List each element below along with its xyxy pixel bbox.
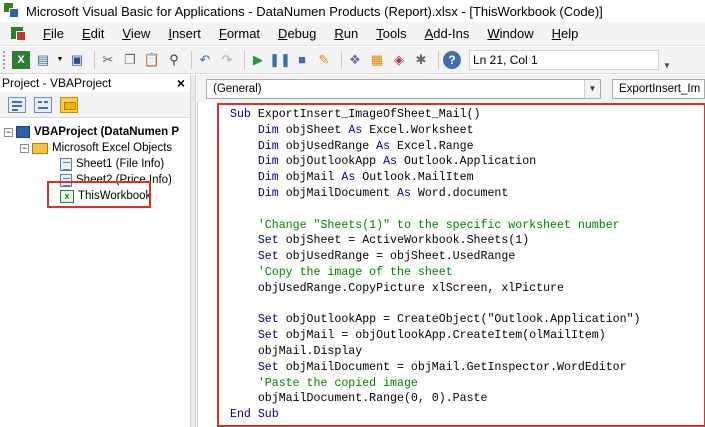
tree-node-excel-objects[interactable]: − Microsoft Excel Objects — [20, 140, 172, 156]
toolbar-separator — [94, 51, 95, 69]
insert-module-icon[interactable]: ▤ — [34, 51, 52, 69]
view-object-icon[interactable] — [34, 96, 52, 113]
object-dropdown-value: (General) — [213, 83, 262, 95]
menu-view[interactable]: View — [113, 26, 159, 41]
toolbar-options-icon[interactable]: ▼ — [661, 50, 673, 70]
project-explorer-icon[interactable]: ❖ — [346, 51, 364, 69]
object-dropdown[interactable]: (General) ▼ — [206, 79, 601, 99]
copy-icon[interactable]: ❐ — [121, 51, 139, 69]
chevron-down-icon[interactable]: ▼ — [584, 80, 600, 98]
vba-system-menu-icon[interactable] — [10, 25, 28, 43]
menu-format[interactable]: Format — [210, 26, 269, 41]
save-icon[interactable]: ▣ — [68, 51, 86, 69]
toolbar-separator — [191, 51, 192, 69]
menu-debug[interactable]: Debug — [269, 26, 325, 41]
view-excel-icon[interactable]: X — [12, 51, 30, 69]
reset-icon[interactable]: ■ — [293, 51, 311, 69]
menu-file[interactable]: File — [34, 26, 73, 41]
menu-run[interactable]: Run — [325, 26, 367, 41]
standard-toolbar: X ▤ ▼ ▣ ✂ ❐ 📋 ⚲ ↶ ↷ ▶ ❚❚ ■ ✎ ❖ ▦ ◈ ✱ ? L… — [0, 47, 705, 74]
view-code-icon[interactable] — [8, 96, 26, 113]
pane-splitter[interactable] — [190, 75, 196, 427]
toolbox-icon[interactable]: ✱ — [412, 51, 430, 69]
menu-help[interactable]: Help — [543, 26, 588, 41]
code-highlight-box — [217, 103, 705, 427]
tree-node-vbaproject[interactable]: − VBAProject (DataNumen P — [4, 124, 179, 140]
procedure-dropdown-value: ExportInsert_Im — [619, 83, 701, 95]
run-icon[interactable]: ▶ — [249, 51, 267, 69]
menu-window[interactable]: Window — [478, 26, 542, 41]
cursor-position-indicator: Ln 21, Col 1 — [469, 50, 659, 70]
menu-insert[interactable]: Insert — [159, 26, 210, 41]
redo-icon[interactable]: ↷ — [218, 51, 236, 69]
folder-icon — [32, 142, 48, 154]
insert-dropdown-icon[interactable]: ▼ — [56, 51, 64, 69]
title-bar: Microsoft Visual Basic for Applications … — [0, 0, 705, 22]
help-icon[interactable]: ? — [443, 51, 461, 69]
toggle-folders-icon[interactable] — [60, 96, 78, 113]
project-tree: − VBAProject (DataNumen P − Microsoft Ex… — [0, 119, 190, 427]
menu-tools[interactable]: Tools — [367, 26, 415, 41]
paste-icon[interactable]: 📋 — [143, 51, 161, 69]
thisworkbook-highlight-box — [47, 181, 151, 208]
procedure-dropdown[interactable]: ExportInsert_Im — [612, 79, 705, 99]
toolbar-separator — [438, 51, 439, 69]
tree-node-label: Sheet1 (File Info) — [76, 158, 165, 170]
tree-node-sheet1[interactable]: Sheet1 (File Info) — [60, 156, 164, 172]
worksheet-icon — [60, 157, 72, 171]
tree-node-label: VBAProject (DataNumen P — [34, 126, 180, 138]
menu-bar: File Edit View Insert Format Debug Run Tools Add… — [0, 22, 705, 46]
collapse-icon[interactable]: − — [20, 143, 29, 153]
toolbar-separator — [341, 51, 342, 69]
project-pane-toolbar — [0, 92, 190, 118]
code-combo-bar: (General) ▼ ExportInsert_Im — [197, 75, 705, 102]
cut-icon[interactable]: ✂ — [99, 51, 117, 69]
design-mode-icon[interactable]: ✎ — [315, 51, 333, 69]
menu-add-ins[interactable]: Add-Ins — [416, 26, 479, 41]
close-icon[interactable]: × — [174, 75, 188, 91]
collapse-icon[interactable]: − — [4, 127, 13, 137]
project-pane-title: Project - VBAProject — [0, 75, 190, 91]
toolbar-separator — [244, 51, 245, 69]
undo-icon[interactable]: ↶ — [196, 51, 214, 69]
object-browser-icon[interactable]: ◈ — [390, 51, 408, 69]
break-icon[interactable]: ❚❚ — [269, 51, 291, 69]
tree-node-label: Microsoft Excel Objects — [52, 142, 173, 154]
menu-edit[interactable]: Edit — [73, 26, 113, 41]
excel-vba-app-icon — [4, 3, 20, 19]
window-title: Microsoft Visual Basic for Applications … — [26, 3, 603, 19]
vbaproject-icon — [16, 126, 30, 138]
properties-icon[interactable]: ▦ — [368, 51, 386, 69]
toolbar-grip[interactable] — [3, 51, 7, 69]
find-icon[interactable]: ⚲ — [165, 51, 183, 69]
